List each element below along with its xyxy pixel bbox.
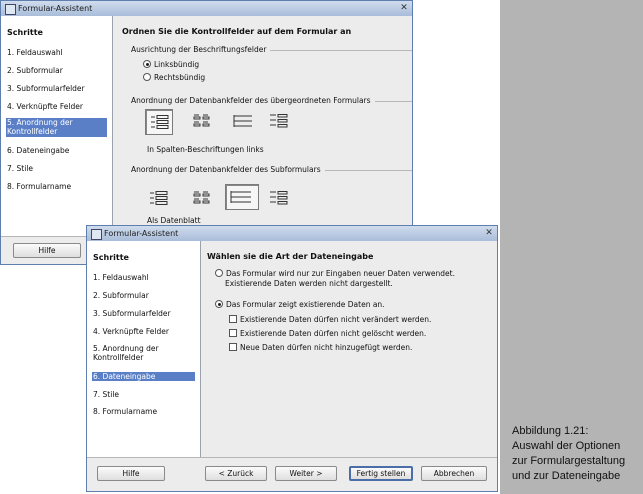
datasheet-icon bbox=[233, 115, 252, 127]
cancel-button[interactable]: Abbrechen bbox=[421, 466, 487, 481]
subform-layout-label: Als Datenblatt bbox=[147, 216, 201, 225]
front-step-2[interactable]: 2. Subformular bbox=[93, 291, 149, 300]
label-alignment-group: Ausrichtung der Beschriftungsfelder bbox=[131, 45, 412, 54]
show-all-data-label: Das Formular zeigt existierende Daten an… bbox=[226, 300, 385, 309]
front-window-titlebar[interactable]: Formular-Assistent ✕ bbox=[87, 226, 497, 241]
no-modify-label: Existierende Daten dürfen nicht veränder… bbox=[240, 315, 432, 324]
page-side-panel bbox=[500, 0, 643, 494]
front-bottom-bar: Hilfe < Zurück Weiter > Fertig stellen A… bbox=[87, 457, 497, 491]
show-all-data-radio[interactable] bbox=[215, 300, 223, 308]
columns-top-icon bbox=[193, 114, 210, 127]
blocks-top-icon bbox=[270, 114, 288, 128]
back-window-titlebar[interactable]: Formular-Assistent ✕ bbox=[1, 1, 412, 16]
no-delete-option[interactable]: Existierende Daten dürfen nicht gelöscht… bbox=[229, 329, 426, 339]
caption-line-3: zur Formulargestaltung bbox=[512, 455, 626, 467]
back-step-5-selected[interactable]: 5. Anordnung der Kontrollfelder bbox=[6, 118, 107, 137]
new-data-only-label-1: Das Formular wird nur zur Eingaben neuer… bbox=[226, 269, 455, 278]
back-main-title: Ordnen Sie die Kontrollfelder auf dem Fo… bbox=[122, 27, 352, 36]
back-window-title: Formular-Assistent bbox=[18, 4, 93, 13]
back-step-8[interactable]: 8. Formularname bbox=[7, 182, 71, 191]
new-data-only-label-2: Existierende Daten werden nicht dargeste… bbox=[225, 279, 393, 288]
back-sidebar: Schritte 1. Feldauswahl 2. Subformular 3… bbox=[1, 16, 113, 236]
front-step-5-label: 5. Anordnung der Kontrollfelder bbox=[93, 344, 159, 362]
main-form-layout-label: In Spalten-Beschriftungen links bbox=[147, 145, 264, 154]
caption-line-2: Auswahl der Optionen bbox=[512, 440, 621, 452]
front-step-6-selected[interactable]: 6. Dateneingabe bbox=[92, 372, 195, 381]
back-step-7[interactable]: 7. Stile bbox=[7, 164, 33, 173]
front-close-icon[interactable]: ✕ bbox=[484, 228, 494, 238]
next-button[interactable]: Weiter > bbox=[275, 466, 337, 481]
new-data-only-radio[interactable] bbox=[215, 269, 223, 277]
front-main-panel: Wählen sie die Art der Dateneingabe Das … bbox=[201, 241, 497, 457]
no-modify-checkbox[interactable] bbox=[229, 315, 237, 323]
front-step-4[interactable]: 4. Verknüpfte Felder bbox=[93, 327, 169, 336]
app-icon bbox=[5, 4, 16, 15]
no-add-option[interactable]: Neue Daten dürfen nicht hinzugefügt werd… bbox=[229, 343, 412, 353]
front-wizard-window: Formular-Assistent ✕ Schritte 1. Feldaus… bbox=[86, 225, 498, 492]
front-step-7[interactable]: 7. Stile bbox=[93, 390, 119, 399]
sub-layout-blocks-button[interactable] bbox=[265, 186, 293, 212]
alignment-left-radio[interactable] bbox=[143, 60, 151, 68]
close-icon[interactable]: ✕ bbox=[399, 3, 409, 13]
front-sidebar: Schritte 1. Feldauswahl 2. Subformular 3… bbox=[87, 241, 201, 457]
front-step-3[interactable]: 3. Subformularfelder bbox=[93, 309, 171, 318]
back-step-6[interactable]: 6. Dateneingabe bbox=[7, 146, 69, 155]
main-layout-columns-left-button[interactable] bbox=[145, 109, 173, 135]
back-step-1[interactable]: 1. Feldauswahl bbox=[7, 48, 63, 57]
back-step-2[interactable]: 2. Subformular bbox=[7, 66, 63, 75]
sub-layout-columns-top-button[interactable] bbox=[189, 186, 217, 212]
help-button[interactable]: Hilfe bbox=[97, 466, 165, 481]
main-layout-blocks-button[interactable] bbox=[265, 109, 293, 135]
sub-layout-columns-left-button[interactable] bbox=[145, 186, 173, 212]
caption-line-1: Abbildung 1.21: bbox=[512, 425, 589, 437]
front-sidebar-header: Schritte bbox=[93, 253, 129, 262]
alignment-right-radio[interactable] bbox=[143, 73, 151, 81]
back-step-4[interactable]: 4. Verknüpfte Felder bbox=[7, 102, 83, 111]
front-main-title: Wählen sie die Art der Dateneingabe bbox=[207, 252, 374, 261]
front-step-8[interactable]: 8. Formularname bbox=[93, 407, 157, 416]
back-main-panel: Ordnen Sie die Kontrollfelder auf dem Fo… bbox=[113, 16, 412, 236]
subform-arrangement-group: Anordnung der Datenbankfelder des Subfor… bbox=[131, 165, 412, 174]
sub-layout-datasheet-button[interactable] bbox=[225, 184, 259, 210]
figure-caption: Abbildung 1.21: Auswahl der Optionen zur… bbox=[512, 424, 643, 484]
new-data-only-option[interactable]: Das Formular wird nur zur Eingaben neuer… bbox=[215, 269, 455, 279]
columns-left-icon bbox=[151, 115, 169, 129]
sub-blocks-top-icon bbox=[270, 191, 288, 205]
main-layout-columns-top-button[interactable] bbox=[189, 109, 217, 135]
alignment-left-option[interactable]: Linksbündig bbox=[143, 60, 199, 70]
alignment-right-label: Rechtsbündig bbox=[154, 73, 206, 82]
alignment-right-option[interactable]: Rechtsbündig bbox=[143, 73, 205, 83]
main-layout-datasheet-button[interactable] bbox=[229, 109, 257, 135]
no-delete-checkbox[interactable] bbox=[229, 329, 237, 337]
show-all-data-option[interactable]: Das Formular zeigt existierende Daten an… bbox=[215, 300, 385, 310]
no-add-label: Neue Daten dürfen nicht hinzugefügt werd… bbox=[240, 343, 413, 352]
front-app-icon bbox=[91, 229, 102, 240]
back-sidebar-header: Schritte bbox=[7, 28, 43, 37]
back-step-3[interactable]: 3. Subformularfelder bbox=[7, 84, 85, 93]
no-delete-label: Existierende Daten dürfen nicht gelöscht… bbox=[240, 329, 427, 338]
back-help-button[interactable]: Hilfe bbox=[13, 243, 81, 258]
no-add-checkbox[interactable] bbox=[229, 343, 237, 351]
front-step-1[interactable]: 1. Feldauswahl bbox=[93, 273, 149, 282]
finish-button[interactable]: Fertig stellen bbox=[349, 466, 413, 481]
back-button[interactable]: < Zurück bbox=[205, 466, 267, 481]
sub-datasheet-icon bbox=[230, 191, 251, 203]
main-form-arrangement-group: Anordnung der Datenbankfelder des überge… bbox=[131, 96, 412, 105]
alignment-left-label: Linksbündig bbox=[154, 60, 200, 69]
sub-columns-left-icon bbox=[150, 191, 168, 205]
back-step-5-label: 5. Anordnung der Kontrollfelder bbox=[7, 118, 73, 136]
no-modify-option[interactable]: Existierende Daten dürfen nicht veränder… bbox=[229, 315, 431, 325]
sub-columns-top-icon bbox=[193, 191, 210, 204]
front-window-title: Formular-Assistent bbox=[104, 229, 179, 238]
caption-line-4: und zur Dateneingabe bbox=[512, 470, 621, 482]
front-step-5[interactable]: 5. Anordnung der Kontrollfelder bbox=[93, 344, 193, 362]
